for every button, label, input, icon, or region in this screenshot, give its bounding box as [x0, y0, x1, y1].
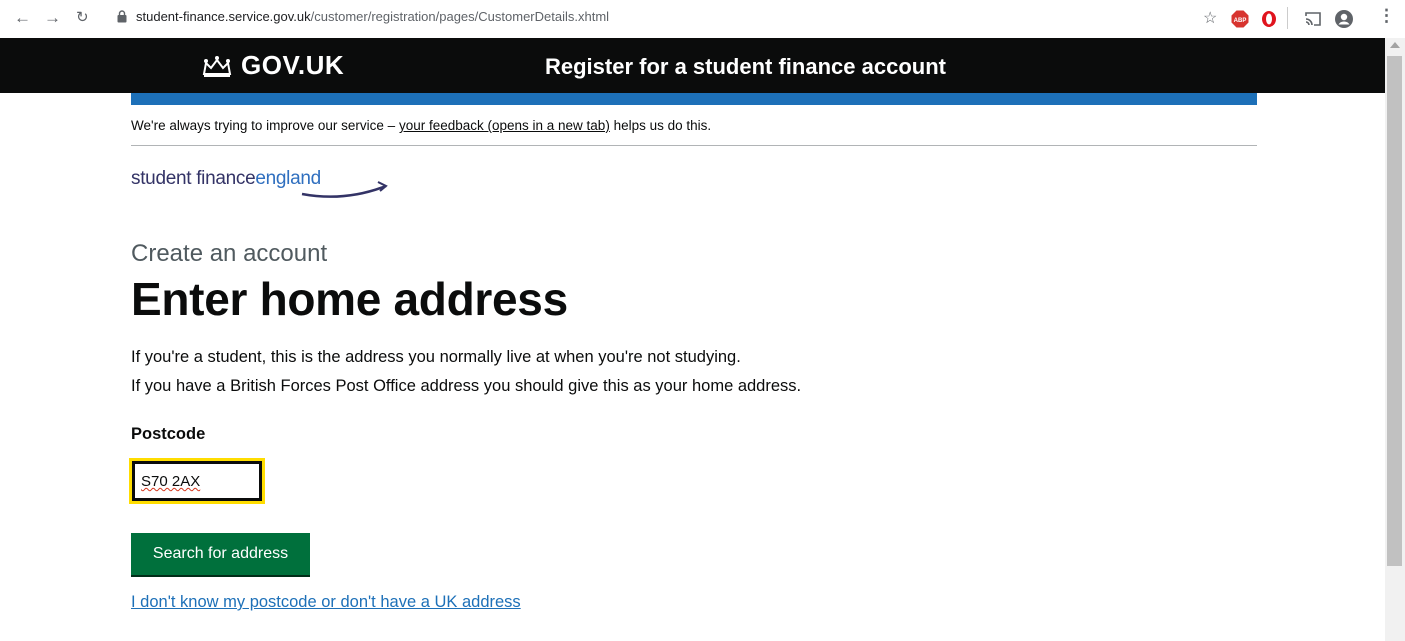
govuk-header: GOV.UK Register for a student finance ac…	[0, 38, 1385, 93]
divider	[131, 145, 1257, 146]
page-title: Enter home address	[131, 273, 568, 325]
browser-toolbar: ← → ↻ student-finance.service.gov.uk/cus…	[0, 0, 1405, 38]
svg-text:ABP: ABP	[1234, 18, 1247, 24]
cast-icon[interactable]	[1304, 11, 1322, 27]
govuk-logo-link[interactable]: GOV.UK	[201, 50, 344, 81]
url-domain: student-finance.service.gov.uk	[136, 9, 311, 24]
url-path: /customer/registration/pages/CustomerDet…	[310, 9, 610, 24]
search-address-button[interactable]: Search for address	[131, 533, 310, 575]
postcode-focus-ring: S70 2AX	[129, 458, 265, 504]
feedback-prefix: We're always trying to improve our servi…	[131, 118, 399, 133]
menu-icon[interactable]: ⋮	[1378, 6, 1395, 26]
scroll-up-arrow-icon[interactable]	[1390, 42, 1400, 48]
scrollbar-thumb[interactable]	[1387, 56, 1402, 566]
postcode-label: Postcode	[131, 425, 206, 443]
back-arrow-icon[interactable]: ←	[14, 6, 31, 30]
govuk-logo-text: GOV.UK	[241, 50, 345, 80]
crown-icon	[202, 55, 232, 77]
student-finance-england-logo: student financeengland	[131, 168, 321, 190]
reload-icon[interactable]: ↻	[76, 6, 89, 30]
feedback-banner: We're always trying to improve our servi…	[131, 118, 711, 133]
account-icon[interactable]	[1334, 9, 1354, 29]
header-accent-bar	[131, 93, 1257, 105]
postcode-value: S70 2AX	[141, 473, 201, 490]
opera-icon[interactable]	[1261, 10, 1277, 28]
star-icon[interactable]: ☆	[1203, 8, 1217, 28]
brand-swoosh-icon	[301, 181, 388, 198]
lock-icon[interactable]	[117, 10, 127, 23]
intro-text-2: If you have a British Forces Post Office…	[131, 377, 802, 395]
feedback-link[interactable]: your feedback (opens in a new tab)	[399, 118, 610, 133]
forward-arrow-icon[interactable]: →	[44, 6, 61, 30]
adblock-icon[interactable]: ABP	[1231, 10, 1249, 28]
page-caption: Create an account	[131, 240, 328, 267]
toolbar-divider	[1287, 7, 1288, 29]
feedback-suffix: helps us do this.	[609, 118, 712, 133]
service-name[interactable]: Register for a student finance account	[545, 54, 946, 80]
address-bar[interactable]: student-finance.service.gov.uk/customer/…	[136, 9, 609, 24]
brand-word-1: student finance	[131, 168, 256, 189]
intro-text-1: If you're a student, this is the address…	[131, 348, 741, 366]
no-postcode-link[interactable]: I don't know my postcode or don't have a…	[131, 593, 521, 612]
